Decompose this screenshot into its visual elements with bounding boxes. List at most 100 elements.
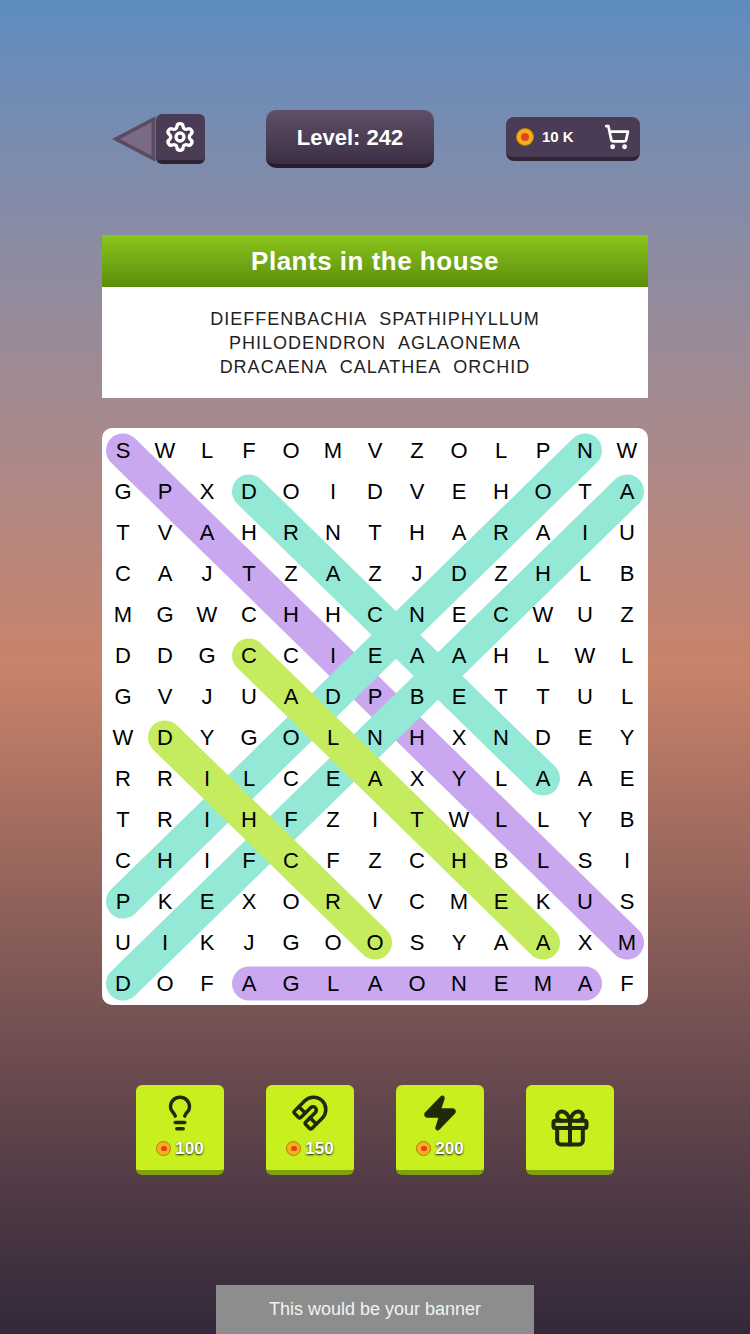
grid-letter[interactable]: X (228, 881, 270, 922)
grid-letter[interactable]: D (144, 635, 186, 676)
grid-letter[interactable]: L (480, 430, 522, 471)
grid-letter[interactable]: C (354, 594, 396, 635)
grid-letter[interactable]: I (186, 758, 228, 799)
grid-letter[interactable]: G (144, 594, 186, 635)
grid-letter[interactable]: O (522, 471, 564, 512)
lightning-button[interactable]: 200 (396, 1085, 484, 1175)
grid-letter[interactable]: P (144, 471, 186, 512)
grid-letter[interactable]: A (606, 471, 648, 512)
grid-letter[interactable]: O (396, 963, 438, 1004)
grid-letter[interactable]: A (270, 676, 312, 717)
grid-letter[interactable]: M (102, 594, 144, 635)
grid-letter[interactable]: R (102, 758, 144, 799)
grid-letter[interactable]: A (144, 553, 186, 594)
video-button[interactable] (526, 1085, 614, 1175)
grid-letter[interactable]: L (606, 676, 648, 717)
grid-letter[interactable]: U (606, 512, 648, 553)
settings-button[interactable] (156, 114, 205, 164)
grid-letter[interactable]: W (144, 430, 186, 471)
grid-letter[interactable]: L (312, 963, 354, 1004)
grid-letter[interactable]: U (564, 594, 606, 635)
grid-letter[interactable]: I (606, 840, 648, 881)
grid-letter[interactable]: H (270, 594, 312, 635)
grid-letter[interactable]: A (522, 512, 564, 553)
grid-letter[interactable]: G (270, 963, 312, 1004)
grid-letter[interactable]: W (438, 799, 480, 840)
grid-letter[interactable]: T (564, 471, 606, 512)
grid-letter[interactable]: O (438, 430, 480, 471)
grid-letter[interactable]: M (522, 963, 564, 1004)
grid-letter[interactable]: C (396, 881, 438, 922)
grid-letter[interactable]: C (480, 594, 522, 635)
grid-letter[interactable]: I (312, 635, 354, 676)
grid-letter[interactable]: L (522, 840, 564, 881)
grid-letter[interactable]: N (354, 717, 396, 758)
grid-letter[interactable]: V (144, 676, 186, 717)
grid-letter[interactable]: G (186, 635, 228, 676)
grid-letter[interactable]: X (396, 758, 438, 799)
coins-badge[interactable]: 10 K (506, 117, 640, 161)
grid-letter[interactable]: S (102, 430, 144, 471)
grid-letter[interactable]: J (186, 676, 228, 717)
grid-letter[interactable]: I (186, 840, 228, 881)
grid-letter[interactable]: C (270, 758, 312, 799)
grid-letter[interactable]: I (564, 512, 606, 553)
grid-letter[interactable]: P (522, 430, 564, 471)
grid-letter[interactable]: V (396, 471, 438, 512)
grid-letter[interactable]: G (102, 676, 144, 717)
grid-letter[interactable]: U (102, 922, 144, 963)
grid-letter[interactable]: M (312, 430, 354, 471)
grid-letter[interactable]: H (438, 840, 480, 881)
grid-letter[interactable]: T (480, 676, 522, 717)
grid-letter[interactable]: B (480, 840, 522, 881)
grid-letter[interactable]: L (480, 799, 522, 840)
grid-letter[interactable]: V (354, 881, 396, 922)
grid-letter[interactable]: F (270, 799, 312, 840)
grid-letter[interactable]: T (102, 799, 144, 840)
grid-letter[interactable]: A (480, 922, 522, 963)
grid-letter[interactable]: Z (606, 594, 648, 635)
grid-letter[interactable]: C (270, 635, 312, 676)
grid-letter[interactable]: A (564, 758, 606, 799)
grid-letter[interactable]: H (228, 799, 270, 840)
grid-letter[interactable]: E (438, 676, 480, 717)
grid-letter[interactable]: L (312, 717, 354, 758)
grid-letter[interactable]: E (354, 635, 396, 676)
grid-letter[interactable]: Z (270, 553, 312, 594)
grid-letter[interactable]: P (354, 676, 396, 717)
grid-letter[interactable]: B (396, 676, 438, 717)
grid-letter[interactable]: G (228, 717, 270, 758)
grid-letter[interactable]: O (144, 963, 186, 1004)
grid-letter[interactable]: L (564, 553, 606, 594)
grid-letter[interactable]: O (270, 471, 312, 512)
grid-letter[interactable]: E (186, 881, 228, 922)
hint-button[interactable]: 100 (136, 1085, 224, 1175)
grid-letter[interactable]: Y (564, 799, 606, 840)
grid-letter[interactable]: R (270, 512, 312, 553)
grid-letter[interactable]: X (438, 717, 480, 758)
grid-letter[interactable]: D (522, 717, 564, 758)
grid-letter[interactable]: J (186, 553, 228, 594)
grid-letter[interactable]: D (312, 676, 354, 717)
grid-letter[interactable]: W (606, 430, 648, 471)
grid-letter[interactable]: U (564, 676, 606, 717)
grid-letter[interactable]: P (102, 881, 144, 922)
grid-letter[interactable]: I (354, 799, 396, 840)
grid-letter[interactable]: Z (354, 553, 396, 594)
grid-letter[interactable]: I (312, 471, 354, 512)
grid-letter[interactable]: V (354, 430, 396, 471)
grid-letter[interactable]: C (396, 840, 438, 881)
grid-letter[interactable]: Y (438, 922, 480, 963)
grid-letter[interactable]: F (186, 963, 228, 1004)
grid-letter[interactable]: E (606, 758, 648, 799)
grid-letter[interactable]: Y (606, 717, 648, 758)
grid-letter[interactable]: E (480, 881, 522, 922)
ad-banner[interactable]: This would be your banner (216, 1285, 534, 1334)
grid-letter[interactable]: O (270, 881, 312, 922)
grid-letter[interactable]: L (606, 635, 648, 676)
grid-letter[interactable]: O (270, 430, 312, 471)
grid-letter[interactable]: K (144, 881, 186, 922)
grid-letter[interactable]: E (438, 594, 480, 635)
grid-letter[interactable]: W (102, 717, 144, 758)
grid-letter[interactable]: F (312, 840, 354, 881)
